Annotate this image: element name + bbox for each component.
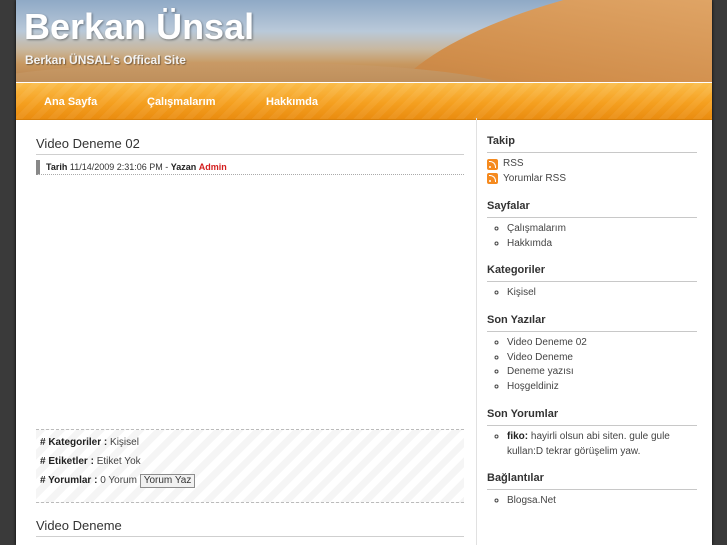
main-content: Video Deneme 02 Tarih 11/14/2009 2:31:06… (36, 136, 464, 537)
comment-count: 0 Yorum (100, 475, 137, 486)
site-description: Berkan ÜNSAL's Offical Site (25, 53, 186, 67)
tags-value: Etiket Yok (96, 456, 141, 467)
widget-title: Son Yazılar (487, 314, 697, 332)
widget-title: Son Yorumlar (487, 408, 697, 426)
post-comments-row: # Yorumlar : 0 Yorum Yorum Yaz (40, 474, 460, 488)
categories-list: Kişisel (487, 286, 697, 301)
site-title[interactable]: Berkan Ünsal (24, 6, 254, 48)
list-item[interactable]: Çalışmalarım (507, 222, 697, 237)
write-comment-button[interactable]: Yorum Yaz (139, 474, 196, 488)
post-footer: # Kategoriler : Kişisel # Etiketler : Et… (36, 429, 464, 503)
nav-item-calismalarim[interactable]: Çalışmalarım (147, 96, 215, 108)
nav-item-ana-sayfa[interactable]: Ana Sayfa (44, 96, 97, 108)
links-list: Blogsa.Net (487, 494, 697, 509)
main-navigation: Ana Sayfa Çalışmalarım Hakkımda (16, 83, 712, 120)
tags-label: # Etiketler : (40, 456, 94, 467)
rss-link[interactable]: RSS (503, 157, 524, 172)
post-title[interactable]: Video Deneme 02 (36, 136, 464, 155)
nav-item-hakkimda[interactable]: Hakkımda (266, 96, 318, 108)
author-label: Yazan (170, 162, 197, 172)
follow-list: RSS Yorumlar RSS (487, 157, 697, 186)
rss-icon (487, 158, 498, 170)
comment-text[interactable]: hayirli olsun abi siten. gule gule kulla… (507, 431, 670, 457)
list-item[interactable]: Hakkımda (507, 237, 697, 252)
widget-pages: Sayfalar Çalışmalarım Hakkımda (487, 200, 697, 251)
comments-rss-link[interactable]: Yorumlar RSS (503, 172, 566, 187)
site-header: Berkan Ünsal Berkan ÜNSAL's Offical Site (16, 0, 712, 82)
post-author-link[interactable]: Admin (199, 162, 227, 172)
category-link[interactable]: Kişisel (110, 437, 139, 448)
post-meta: Tarih 11/14/2009 2:31:06 PM - Yazan Admi… (36, 160, 464, 175)
widget-title: Bağlantılar (487, 472, 697, 490)
widget-title: Takip (487, 135, 697, 153)
list-item[interactable]: Kişisel (507, 286, 697, 301)
recent-posts-list: Video Deneme 02 Video Deneme Deneme yazı… (487, 336, 697, 394)
categories-label: # Kategoriler : (40, 437, 108, 448)
pages-list: Çalışmalarım Hakkımda (487, 222, 697, 251)
list-item[interactable]: fiko: hayirli olsun abi siten. gule gule… (507, 430, 697, 459)
list-item[interactable]: Hoşgeldiniz (507, 380, 697, 395)
list-item[interactable]: Deneme yazısı (507, 365, 697, 380)
comment-author: fiko: (507, 431, 529, 442)
comments-label: # Yorumlar : (40, 475, 98, 486)
widget-title: Sayfalar (487, 200, 697, 218)
post-date: 11/14/2009 2:31:06 PM (69, 162, 163, 172)
next-post-title[interactable]: Video Deneme (36, 518, 464, 537)
video-embed-area[interactable] (36, 175, 464, 429)
list-item[interactable]: RSS (487, 157, 697, 172)
rss-icon (487, 173, 498, 185)
widget-recent-comments: Son Yorumlar fiko: hayirli olsun abi sit… (487, 408, 697, 459)
widget-title: Kategoriler (487, 264, 697, 282)
list-item[interactable]: Video Deneme (507, 351, 697, 366)
list-item[interactable]: Video Deneme 02 (507, 336, 697, 351)
widget-recent-posts: Son Yazılar Video Deneme 02 Video Deneme… (487, 314, 697, 394)
sidebar: Takip RSS Yorumlar RSS Sayfalar Çalışmal… (476, 118, 713, 545)
recent-comments-list: fiko: hayirli olsun abi siten. gule gule… (487, 430, 697, 459)
widget-follow: Takip RSS Yorumlar RSS (487, 135, 697, 186)
post-categories-row: # Kategoriler : Kişisel (40, 436, 460, 449)
meta-separator: - (162, 162, 171, 172)
widget-categories: Kategoriler Kişisel (487, 264, 697, 301)
list-item[interactable]: Blogsa.Net (507, 494, 697, 509)
widget-links: Bağlantılar Blogsa.Net (487, 472, 697, 509)
date-label: Tarih (46, 162, 68, 172)
post-tags-row: # Etiketler : Etiket Yok (40, 455, 460, 468)
page-wrapper: Berkan Ünsal Berkan ÜNSAL's Offical Site… (16, 0, 712, 545)
list-item[interactable]: Yorumlar RSS (487, 172, 697, 187)
